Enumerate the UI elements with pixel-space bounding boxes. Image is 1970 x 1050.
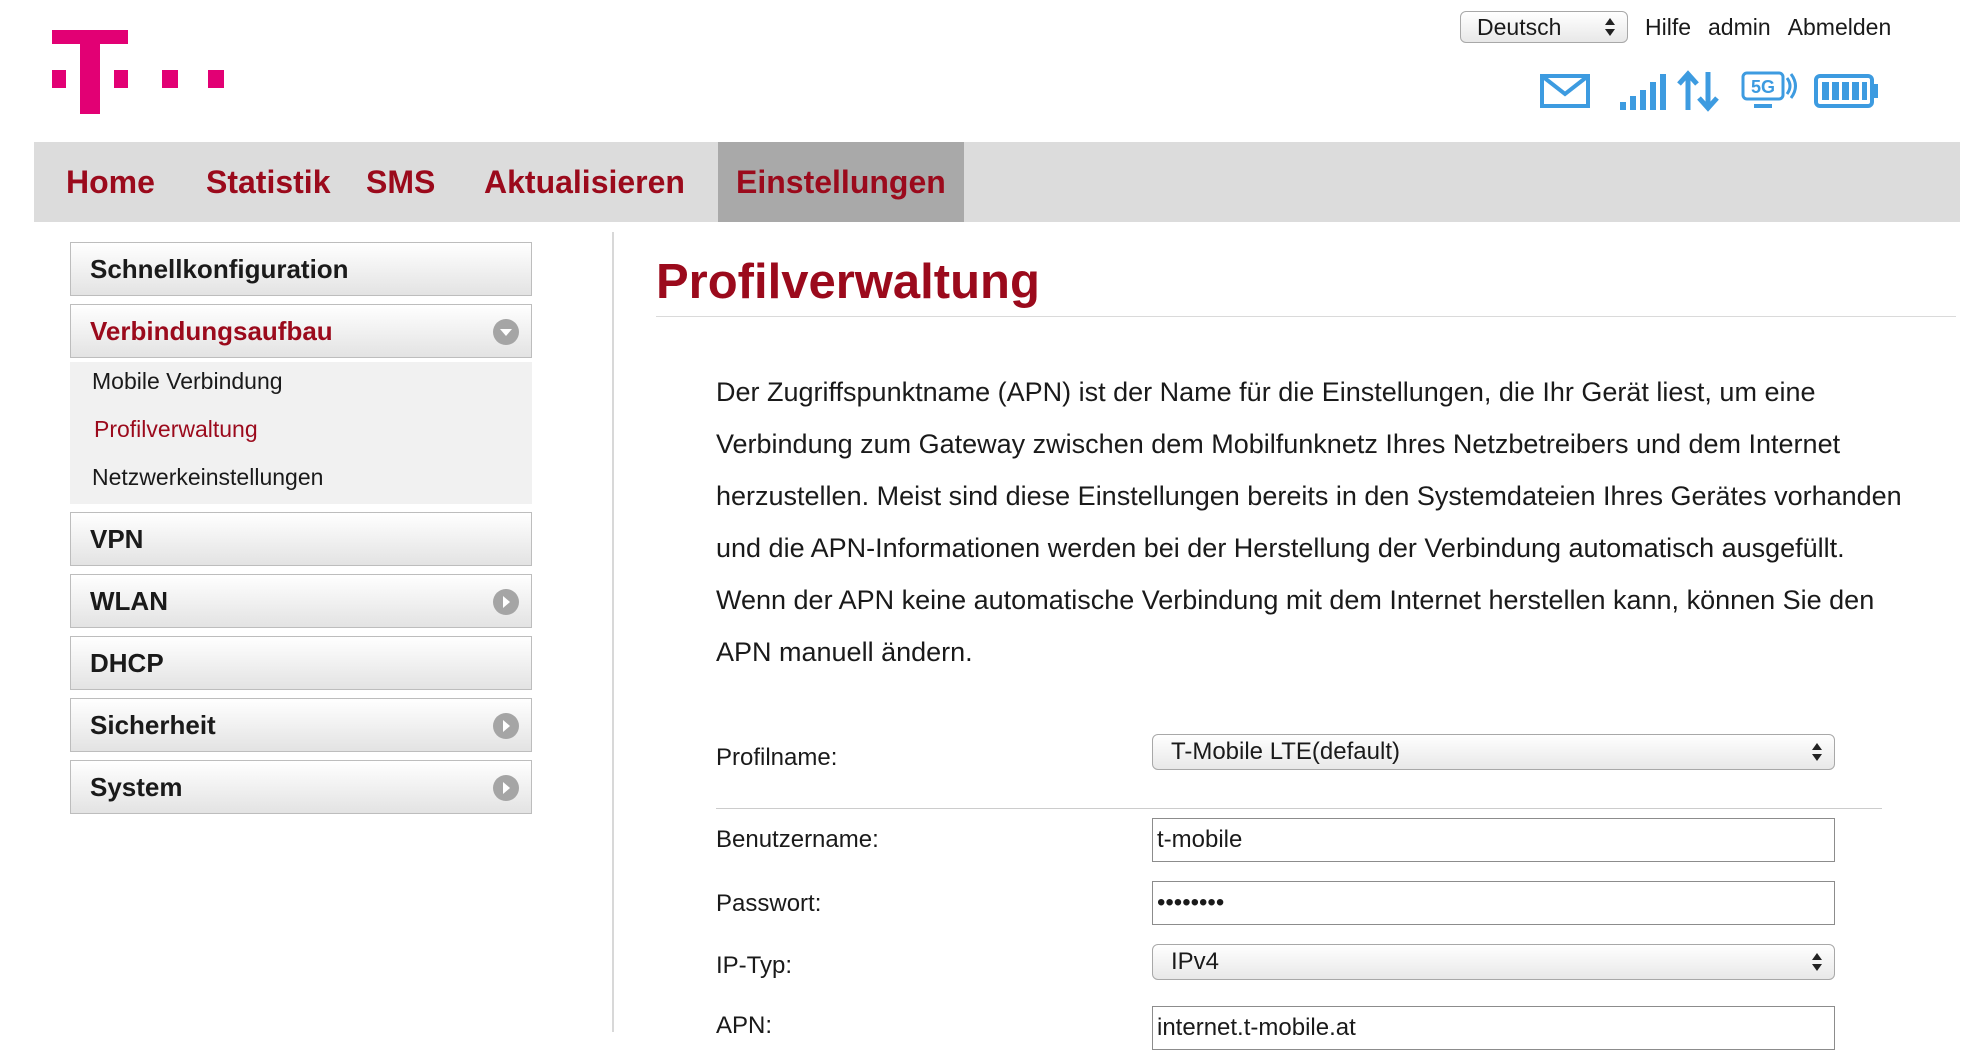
help-link[interactable]: Hilfe (1645, 14, 1691, 41)
sidebar-subitem-profilverwaltung[interactable]: Profilverwaltung (94, 416, 258, 443)
page-title: Profilverwaltung (656, 255, 1040, 309)
main-nav: Home Statistik SMS Aktualisieren Einstel… (34, 142, 1960, 222)
sidebar-item-label: System (90, 772, 183, 802)
ip-type-value: IPv4 (1171, 948, 1220, 975)
profile-name-label: Profilname: (716, 744, 838, 771)
data-transfer-icon (1677, 70, 1719, 112)
5g-icon: 5G (1741, 71, 1797, 108)
language-select-value: Deutsch (1477, 13, 1562, 40)
sidebar-item-dhcp[interactable]: DHCP (70, 636, 532, 690)
username-input[interactable]: t-mobile (1152, 818, 1835, 862)
sidebar-item-verbindungsaufbau[interactable]: Verbindungsaufbau (70, 304, 532, 358)
sidebar-subitem-netzwerkeinstellungen[interactable]: Netzwerkeinstellungen (92, 464, 323, 491)
sidebar-item-label: Schnellkonfiguration (90, 254, 349, 284)
select-arrows-icon (1812, 952, 1822, 972)
apn-input[interactable]: internet.t-mobile.at (1152, 1006, 1835, 1050)
sidebar-item-label: DHCP (90, 648, 164, 678)
user-link[interactable]: admin (1708, 14, 1771, 41)
signal-strength-icon (1620, 74, 1666, 110)
nav-sms[interactable]: SMS (348, 142, 453, 222)
language-select[interactable]: Deutsch (1460, 11, 1628, 43)
profile-name-select[interactable]: T-Mobile LTE(default) (1152, 734, 1835, 770)
chevron-right-icon (493, 775, 519, 801)
chevron-right-icon (493, 713, 519, 739)
apn-label: APN: (716, 1012, 773, 1039)
battery-icon (1814, 74, 1878, 108)
ip-type-label: IP-Typ: (716, 952, 793, 979)
sidebar-item-system[interactable]: System (70, 760, 532, 814)
select-arrows-icon (1812, 742, 1822, 762)
sidebar-submenu: Mobile Verbindung Profilverwaltung Netzw… (70, 362, 532, 504)
password-label: Passwort: (716, 890, 822, 917)
sidebar-subitem-mobile-verbindung[interactable]: Mobile Verbindung (92, 368, 283, 395)
telekom-logo[interactable] (52, 30, 242, 120)
sidebar-item-label: WLAN (90, 586, 168, 616)
sidebar-item-wlan[interactable]: WLAN (70, 574, 532, 628)
select-arrows-icon (1605, 17, 1615, 37)
nav-statistik[interactable]: Statistik (188, 142, 348, 222)
profile-name-value: T-Mobile LTE(default) (1171, 738, 1400, 765)
sidebar-item-label: Sicherheit (90, 710, 216, 740)
form-divider (716, 808, 1882, 809)
content-divider (612, 232, 614, 1032)
description-text: Der Zugriffspunktname (APN) ist der Name… (716, 377, 1902, 667)
chevron-right-icon (493, 589, 519, 615)
sidebar-item-label: Verbindungsaufbau (90, 316, 333, 346)
header-links: Deutsch Hilfe admin Abmelden (1460, 10, 1891, 44)
sidebar-item-schnellkonfiguration[interactable]: Schnellkonfiguration (70, 242, 532, 296)
nav-home[interactable]: Home (48, 142, 173, 222)
sidebar-item-label: VPN (90, 524, 144, 554)
nav-einstellungen[interactable]: Einstellungen (718, 142, 964, 222)
envelope-icon[interactable] (1540, 68, 1590, 114)
network-badge: 5G (1751, 77, 1775, 97)
nav-aktualisieren[interactable]: Aktualisieren (466, 142, 703, 222)
ip-type-select[interactable]: IPv4 (1152, 944, 1835, 980)
sidebar-item-vpn[interactable]: VPN (70, 512, 532, 566)
title-divider (656, 316, 1956, 317)
username-label: Benutzername: (716, 826, 879, 853)
password-input[interactable]: •••••••• (1152, 881, 1835, 925)
chevron-down-icon (493, 319, 519, 345)
sidebar-item-sicherheit[interactable]: Sicherheit (70, 698, 532, 752)
logout-link[interactable]: Abmelden (1788, 14, 1892, 41)
